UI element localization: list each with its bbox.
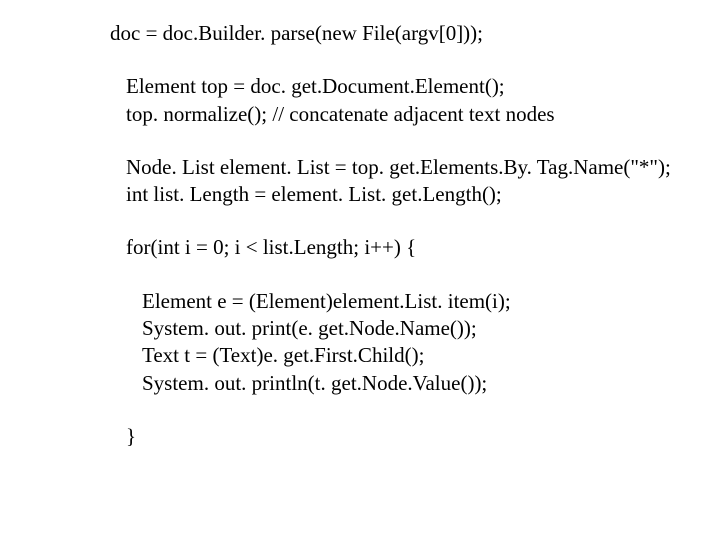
code-line: Node. List element. List = top. get.Elem…: [126, 154, 700, 181]
code-line: Element e = (Element)element.List. item(…: [142, 288, 700, 315]
code-line: Element top = doc. get.Document.Element(…: [126, 73, 700, 100]
code-line: int list. Length = element. List. get.Le…: [126, 181, 700, 208]
code-line: top. normalize(); // concatenate adjacen…: [126, 101, 700, 128]
code-line: for(int i = 0; i < list.Length; i++) {: [126, 234, 700, 261]
code-line: System. out. println(t. get.Node.Value()…: [142, 370, 700, 397]
code-line: Text t = (Text)e. get.First.Child();: [142, 342, 700, 369]
code-line: doc = doc.Builder. parse(new File(argv[0…: [110, 20, 700, 47]
code-line: }: [126, 423, 700, 450]
code-line: System. out. print(e. get.Node.Name());: [142, 315, 700, 342]
code-block: doc = doc.Builder. parse(new File(argv[0…: [0, 0, 720, 450]
